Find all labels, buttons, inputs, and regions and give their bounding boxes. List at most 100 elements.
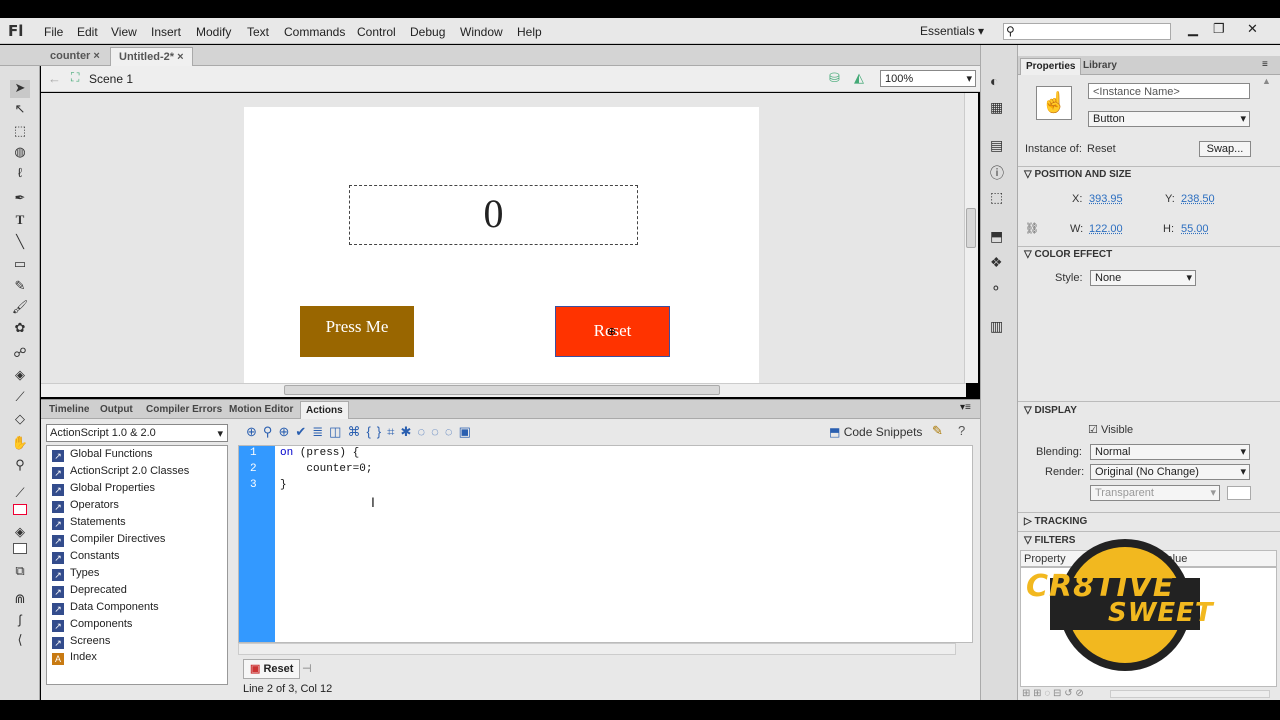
eyedropper-icon[interactable]: ⟋ [10, 389, 30, 407]
tree-item[interactable]: ↗ Types [52, 567, 99, 584]
swatches-icon[interactable]: ▦ [990, 99, 1003, 116]
motion-presets-icon[interactable]: ⚬ [990, 280, 1002, 297]
stage-vertical-scroll-thumb[interactable] [966, 208, 976, 248]
expand-all-icon[interactable]: ✱ [400, 424, 417, 439]
components-icon[interactable]: ❖ [990, 254, 1003, 271]
tree-item[interactable]: ↗ Components [52, 618, 132, 635]
add-statement-icon[interactable]: ⊕ [246, 424, 263, 439]
debug-options-icon[interactable]: ⌘ [347, 424, 366, 439]
smooth-icon[interactable]: ʃ [10, 612, 30, 630]
swap-button[interactable]: Swap... [1199, 141, 1251, 157]
code-snippets-button[interactable]: ⬒ Code Snippets [829, 425, 922, 439]
menu-debug[interactable]: Debug [410, 25, 445, 39]
code-snippets-panel-icon[interactable]: ⬒ [990, 228, 1003, 245]
bone-tool-icon[interactable]: ☍ [10, 345, 30, 363]
close-icon[interactable]: ✕ [1247, 21, 1258, 37]
eraser-icon[interactable]: ◇ [10, 411, 30, 429]
straighten-icon[interactable]: ⟨ [10, 632, 30, 650]
align-icon[interactable]: ▤ [990, 137, 1003, 154]
x-value[interactable]: 393.95 [1089, 193, 1123, 205]
counter-text-field[interactable]: 0 [349, 185, 638, 245]
deco-tool-icon[interactable]: ✿ [10, 320, 30, 338]
hand-tool-icon[interactable]: ✋ [10, 435, 30, 453]
code-line[interactable]: counter=0; [280, 463, 372, 475]
position-size-section[interactable]: ▽ POSITION AND SIZE [1024, 169, 1131, 180]
close-icon[interactable]: × [177, 51, 183, 63]
w-value[interactable]: 122.00 [1089, 223, 1123, 235]
collapse-between-braces-icon[interactable]: {} [366, 424, 387, 439]
code-line[interactable]: } [280, 479, 287, 491]
menu-commands[interactable]: Commands [284, 25, 345, 39]
find-icon[interactable]: ⚲ [263, 424, 279, 439]
minimize-icon[interactable]: ▁ [1188, 21, 1198, 37]
fill-color-icon[interactable] [10, 503, 30, 521]
collapse-selection-icon[interactable]: ⌗ [387, 424, 400, 439]
blending-select[interactable]: Normal ▾ [1090, 444, 1250, 460]
press-me-button[interactable]: Press Me [300, 306, 414, 357]
lock-aspect-icon[interactable]: ⛓ [1025, 222, 1039, 235]
tree-item[interactable]: ↗ Operators [52, 499, 119, 516]
tab-output[interactable]: Output [95, 401, 138, 419]
workspace-switcher[interactable]: Essentials ▾ [920, 24, 984, 38]
panel-menu-icon[interactable]: ▾≡ [960, 402, 971, 413]
menu-edit[interactable]: Edit [77, 25, 98, 39]
stage-horizontal-scroll-thumb[interactable] [284, 385, 720, 395]
edit-symbol-icon[interactable]: ◭ [854, 70, 864, 86]
menu-modify[interactable]: Modify [196, 25, 231, 39]
tab-motion-editor[interactable]: Motion Editor [224, 401, 298, 419]
pencil-tool-icon[interactable]: ✎ [10, 278, 30, 296]
restore-icon[interactable]: ❐ [1213, 21, 1225, 37]
tab-properties[interactable]: Properties [1020, 58, 1082, 75]
free-transform-icon[interactable]: ⬚ [10, 123, 30, 141]
menu-view[interactable]: View [111, 25, 137, 39]
show-hide-toolbox-icon[interactable]: ▣ [459, 424, 477, 439]
zoom-select[interactable]: 100% ▾ [880, 70, 976, 87]
doc-tab-counter[interactable]: counter × [42, 47, 108, 66]
render-select[interactable]: Original (No Change) ▾ [1090, 464, 1250, 480]
scroll-up-icon[interactable]: ▲ [1262, 76, 1274, 86]
script-assist-icon[interactable]: ✎ [932, 423, 943, 439]
script-tab-reset[interactable]: ▣ Reset [243, 659, 301, 679]
filters-scrollbar[interactable] [1110, 690, 1270, 698]
brush-tool-icon[interactable]: 🖌 [10, 299, 30, 317]
tree-item[interactable]: ↗ Constants [52, 550, 120, 567]
tree-item[interactable]: ↗ Global Properties [52, 482, 155, 499]
add-filter-icon[interactable]: ⊞ ⊞ ◌ ⊟ ↺ ⊘ [1022, 688, 1084, 699]
info-icon[interactable]: ⓘ [990, 163, 1004, 183]
check-syntax-icon[interactable]: ✔ [295, 424, 312, 439]
code-horizontal-scrollbar[interactable] [238, 643, 956, 655]
menu-file[interactable]: File [44, 25, 63, 39]
tree-item[interactable]: ↗ Data Components [52, 601, 159, 618]
y-value[interactable]: 238.50 [1181, 193, 1215, 205]
color-panel-icon[interactable]: ◐ [990, 73, 998, 89]
menu-window[interactable]: Window [460, 25, 503, 39]
tree-item[interactable]: ↗ Deprecated [52, 584, 127, 601]
swatch-icon[interactable] [10, 542, 30, 560]
back-arrow-icon[interactable]: ← [48, 71, 61, 86]
swap-colors-icon[interactable]: ⧉ [10, 563, 30, 581]
lasso-icon[interactable]: ℓ [10, 165, 30, 183]
code-line[interactable]: on (press) { [280, 447, 359, 459]
menu-insert[interactable]: Insert [151, 25, 181, 39]
tab-timeline[interactable]: Timeline [44, 401, 94, 419]
tree-item[interactable]: A Index [52, 651, 97, 668]
transform-icon[interactable]: ⬚ [990, 189, 1003, 206]
tree-item[interactable]: ↗ Screens [52, 635, 110, 652]
tree-item[interactable]: ↗ Compiler Directives [52, 533, 165, 550]
zoom-tool-icon[interactable]: ⚲ [10, 457, 30, 475]
text-tool-icon[interactable]: T [10, 212, 30, 230]
3d-rotation-icon[interactable]: ◍ [10, 144, 30, 162]
subselection-tool-icon[interactable]: ↖ [10, 101, 30, 119]
pin-script-icon[interactable]: ⊣ [302, 662, 312, 675]
auto-format-icon[interactable]: ≣ [312, 424, 329, 439]
selection-tool-icon[interactable]: ➤ [10, 80, 30, 98]
color-effect-section[interactable]: ▽ COLOR EFFECT [1024, 249, 1112, 260]
display-section[interactable]: ▽ DISPLAY [1024, 405, 1077, 416]
symbol-type-select[interactable]: Button ▾ [1088, 111, 1250, 127]
instance-name-input[interactable]: <Instance Name> [1088, 83, 1250, 99]
transparent-select[interactable]: Transparent ▾ [1090, 485, 1220, 501]
code-hint-icon[interactable]: ◫ [329, 424, 347, 439]
bucket-color-icon[interactable]: ◈ [10, 524, 30, 542]
menu-text[interactable]: Text [247, 25, 269, 39]
actionscript-version-select[interactable]: ActionScript 1.0 & 2.0 ▾ [46, 424, 228, 442]
